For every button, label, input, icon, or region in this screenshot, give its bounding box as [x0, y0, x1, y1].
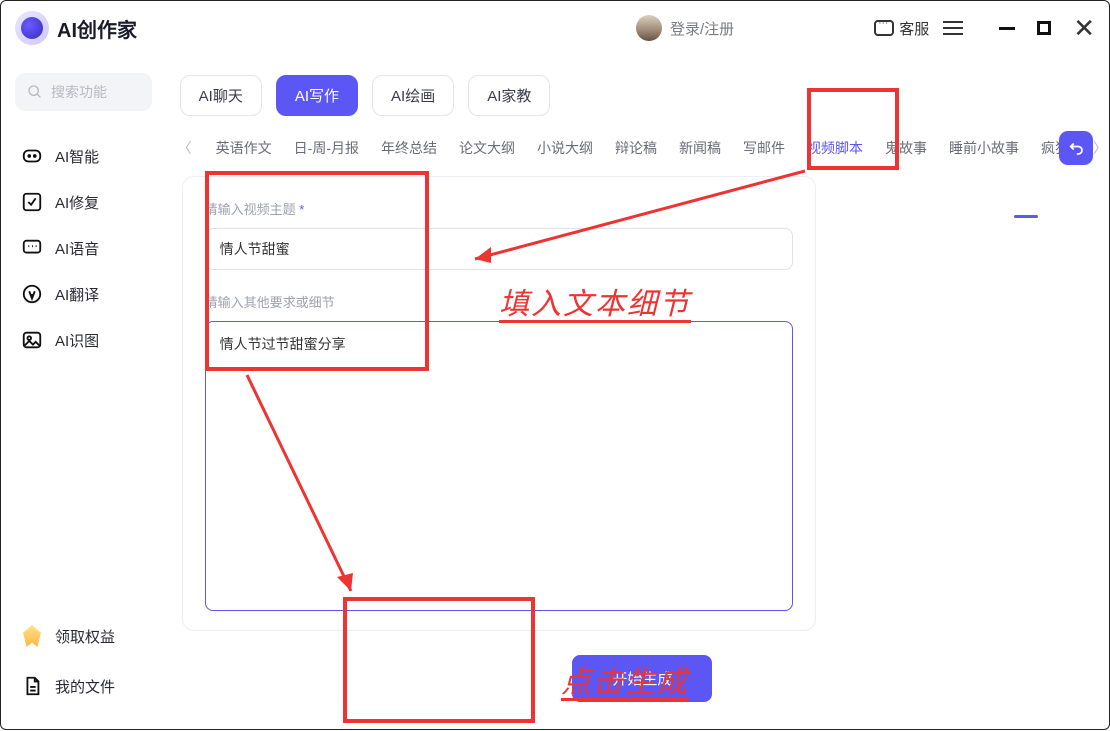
brackets-icon	[21, 145, 43, 167]
medal-icon	[21, 625, 43, 647]
app-logo	[15, 11, 49, 45]
sidebar-item-ai-translate[interactable]: AI翻译	[15, 271, 152, 317]
file-icon	[21, 675, 43, 697]
mode-tabs: AI聊天 AI写作 AI绘画 AI家教	[176, 69, 1109, 134]
chevron-left-icon[interactable]: 〈	[176, 138, 194, 158]
cat-bedtime-story[interactable]: 睡前小故事	[949, 138, 1019, 158]
cat-debate[interactable]: 辩论稿	[615, 138, 657, 158]
active-category-underline	[1014, 215, 1038, 218]
sidebar-item-label: AI语音	[55, 238, 99, 259]
extra-textarea[interactable]	[205, 321, 793, 611]
hamburger-icon[interactable]	[943, 27, 963, 29]
image-icon	[21, 329, 43, 351]
cat-ghost-story[interactable]: 鬼故事	[885, 138, 927, 158]
sidebar-item-label: 我的文件	[55, 676, 115, 697]
cat-reports[interactable]: 日-周-月报	[294, 138, 359, 158]
tab-write[interactable]: AI写作	[276, 75, 358, 116]
minimize-button[interactable]	[999, 27, 1015, 30]
window-controls: ✕	[999, 13, 1095, 44]
sidebar-item-label: AI智能	[55, 146, 99, 167]
login-link[interactable]: 登录/注册	[670, 18, 734, 39]
app-title: AI创作家	[57, 14, 137, 43]
support-button[interactable]: 客服	[874, 18, 929, 39]
chat-bubble-icon	[874, 20, 894, 36]
speech-icon	[21, 237, 43, 259]
sidebar-item-my-files[interactable]: 我的文件	[15, 661, 152, 711]
cat-paper-outline[interactable]: 论文大纲	[459, 138, 515, 158]
tab-tutor[interactable]: AI家教	[468, 75, 550, 116]
chevron-right-icon[interactable]: 〉	[1091, 138, 1109, 158]
cat-email[interactable]: 写邮件	[743, 138, 785, 158]
close-button[interactable]: ✕	[1073, 13, 1095, 44]
support-label: 客服	[899, 18, 929, 39]
tab-chat[interactable]: AI聊天	[180, 75, 262, 116]
cat-year-summary[interactable]: 年终总结	[381, 138, 437, 158]
generate-button[interactable]: 开始生成	[572, 655, 712, 702]
search-placeholder: 搜索功能	[51, 82, 107, 102]
maximize-button[interactable]	[1037, 21, 1051, 35]
sidebar-item-rewards[interactable]: 领取权益	[15, 611, 152, 661]
sidebar-item-ai-image[interactable]: AI识图	[15, 317, 152, 363]
return-arrow-icon	[1067, 139, 1085, 157]
topic-label: 请输入视频主题	[205, 199, 793, 218]
cat-video-script[interactable]: 视频脚本	[807, 138, 863, 158]
cat-english-essay[interactable]: 英语作文	[216, 138, 272, 158]
form-card: 请输入视频主题 请输入其他要求或细节	[182, 176, 816, 631]
sidebar: 搜索功能 AI智能 AI修复 AI语音 AI翻译 AI识图	[1, 55, 166, 729]
cat-news[interactable]: 新闻稿	[679, 138, 721, 158]
extra-label: 请输入其他要求或细节	[205, 292, 793, 311]
category-row: 〈 英语作文 日-周-月报 年终总结 论文大纲 小说大纲 辩论稿 新闻稿 写邮件…	[176, 134, 1109, 176]
sidebar-item-label: AI修复	[55, 192, 99, 213]
sidebar-item-label: AI识图	[55, 330, 99, 351]
tab-paint[interactable]: AI绘画	[372, 75, 454, 116]
search-input[interactable]: 搜索功能	[15, 73, 152, 111]
search-icon	[27, 84, 43, 100]
translate-icon	[21, 283, 43, 305]
cat-novel-outline[interactable]: 小说大纲	[537, 138, 593, 158]
sidebar-item-ai-smart[interactable]: AI智能	[15, 133, 152, 179]
sidebar-item-ai-repair[interactable]: AI修复	[15, 179, 152, 225]
avatar[interactable]	[636, 15, 662, 41]
sidebar-item-ai-voice[interactable]: AI语音	[15, 225, 152, 271]
topic-input[interactable]	[205, 228, 793, 270]
titlebar: AI创作家 登录/注册 客服 ✕	[1, 1, 1109, 55]
main-panel: AI聊天 AI写作 AI绘画 AI家教 〈 英语作文 日-周-月报 年终总结 论…	[166, 55, 1109, 729]
back-float-button[interactable]	[1059, 131, 1093, 165]
sidebar-item-label: AI翻译	[55, 284, 99, 305]
sidebar-item-label: 领取权益	[55, 626, 115, 647]
sparkle-frame-icon	[21, 191, 43, 213]
